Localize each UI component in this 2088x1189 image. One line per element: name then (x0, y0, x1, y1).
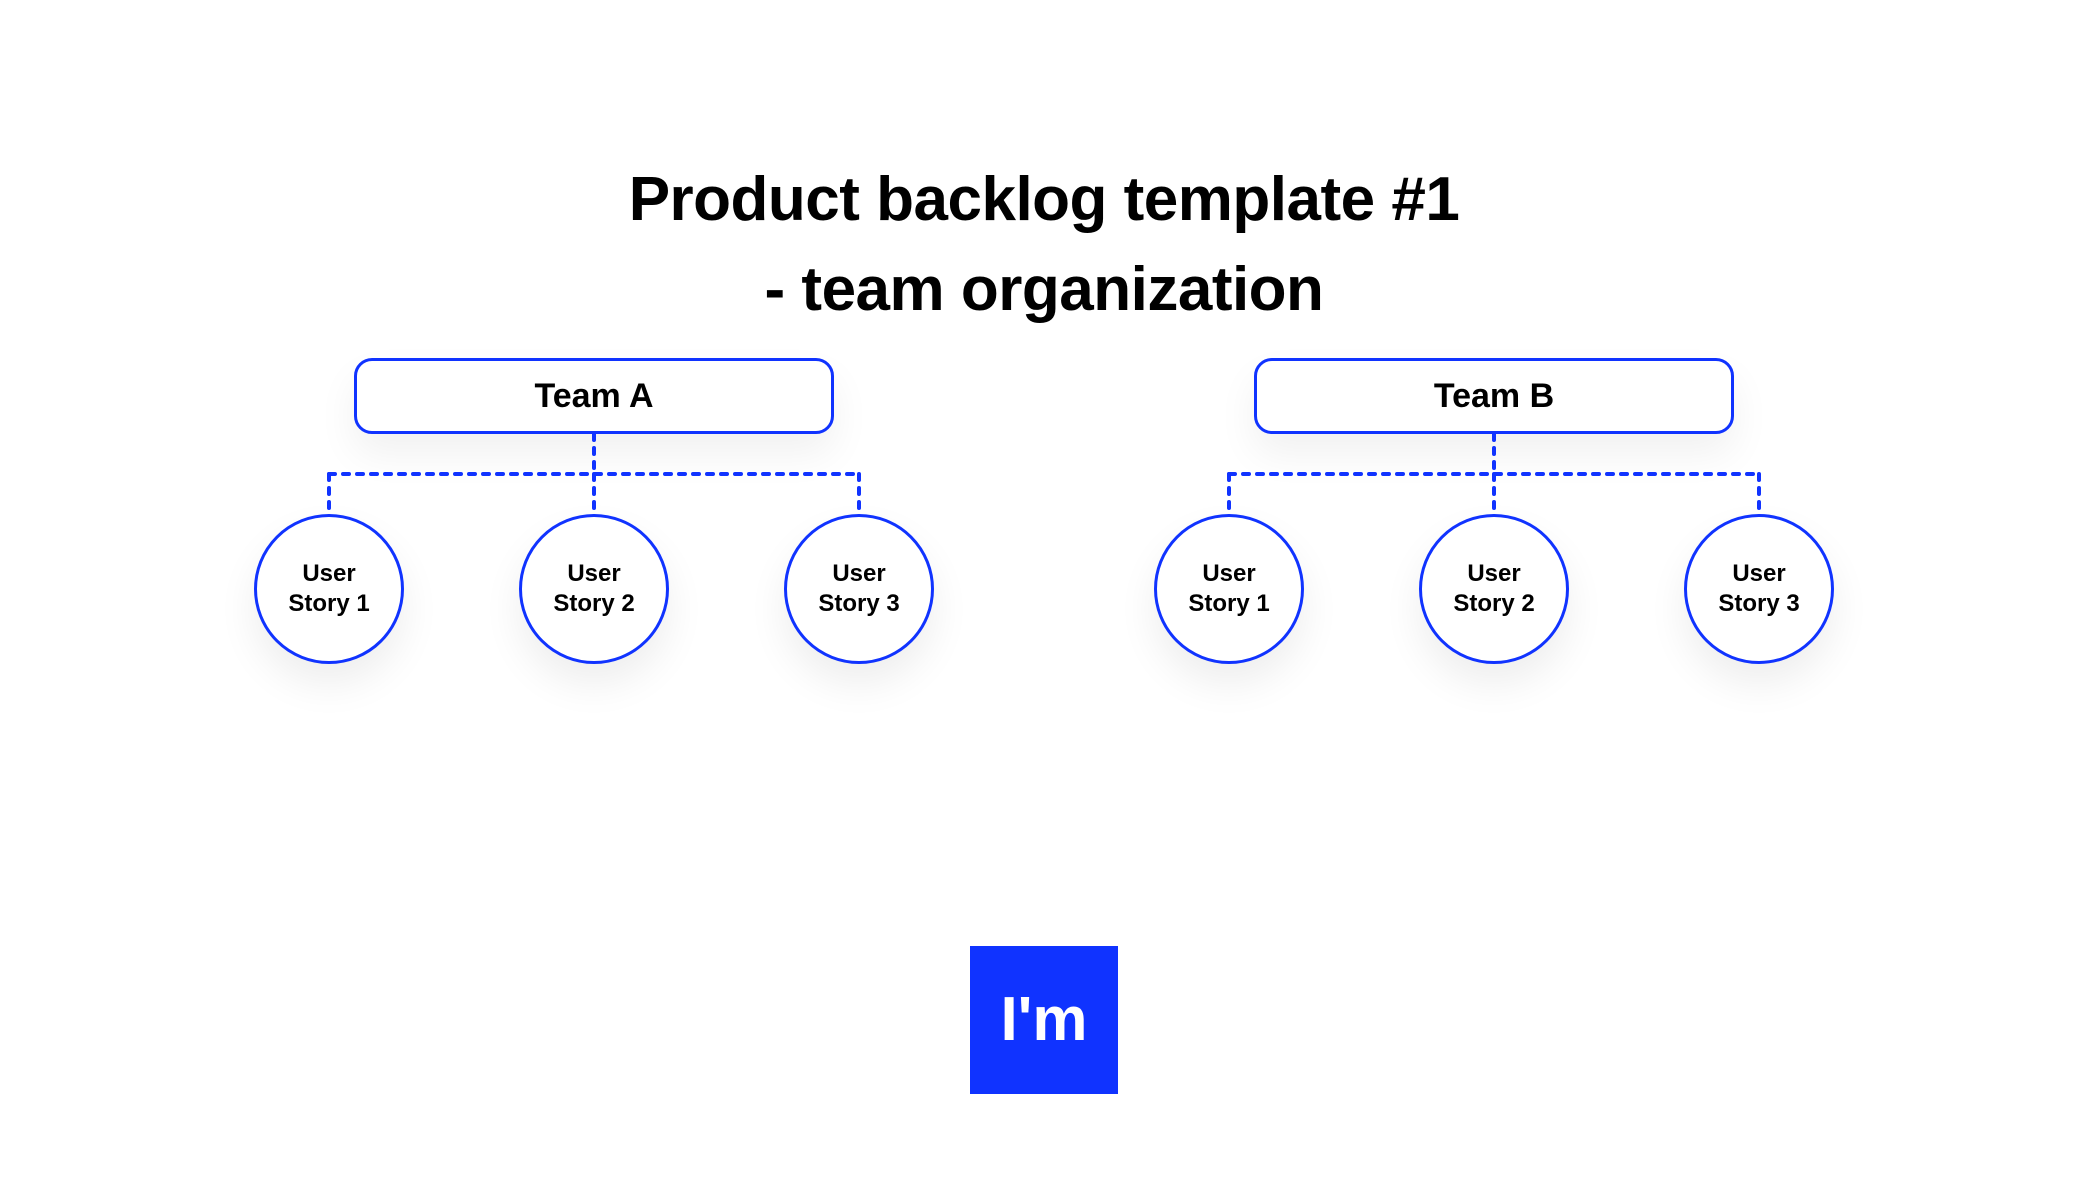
team-a-label: Team A (534, 377, 653, 416)
diagram-title: Product backlog template #1 - team organ… (0, 155, 2088, 335)
team-a-stories: User Story 1 User Story 2 User Story 3 (254, 514, 934, 664)
story-line-1: User (832, 559, 885, 589)
title-line-1: Product backlog template #1 (0, 155, 2088, 245)
teams-container: Team A User Story 1 User Story 2 (0, 358, 2088, 664)
team-b-story-1: User Story 1 (1154, 514, 1304, 664)
brand-logo: I'm (970, 946, 1118, 1094)
story-line-2: Story 3 (818, 589, 899, 619)
story-line-2: Story 2 (553, 589, 634, 619)
story-line-1: User (1732, 559, 1785, 589)
team-a-story-1: User Story 1 (254, 514, 404, 664)
team-a-story-3: User Story 3 (784, 514, 934, 664)
story-line-1: User (1202, 559, 1255, 589)
team-b-connectors (1154, 434, 1834, 514)
team-a-story-2: User Story 2 (519, 514, 669, 664)
story-line-1: User (302, 559, 355, 589)
story-line-2: Story 1 (1188, 589, 1269, 619)
story-line-1: User (1467, 559, 1520, 589)
story-line-2: Story 1 (288, 589, 369, 619)
team-b-story-2: User Story 2 (1419, 514, 1569, 664)
story-line-2: Story 3 (1718, 589, 1799, 619)
story-line-1: User (567, 559, 620, 589)
team-a-group: Team A User Story 1 User Story 2 (254, 358, 934, 664)
title-line-2: - team organization (0, 245, 2088, 335)
story-line-2: Story 2 (1453, 589, 1534, 619)
team-b-stories: User Story 1 User Story 2 User Story 3 (1154, 514, 1834, 664)
team-b-label: Team B (1434, 377, 1554, 416)
team-b-box: Team B (1254, 358, 1734, 434)
team-a-box: Team A (354, 358, 834, 434)
brand-logo-text: I'm (1000, 989, 1087, 1051)
team-b-group: Team B User Story 1 User Story 2 (1154, 358, 1834, 664)
team-a-connectors (254, 434, 934, 514)
team-b-story-3: User Story 3 (1684, 514, 1834, 664)
